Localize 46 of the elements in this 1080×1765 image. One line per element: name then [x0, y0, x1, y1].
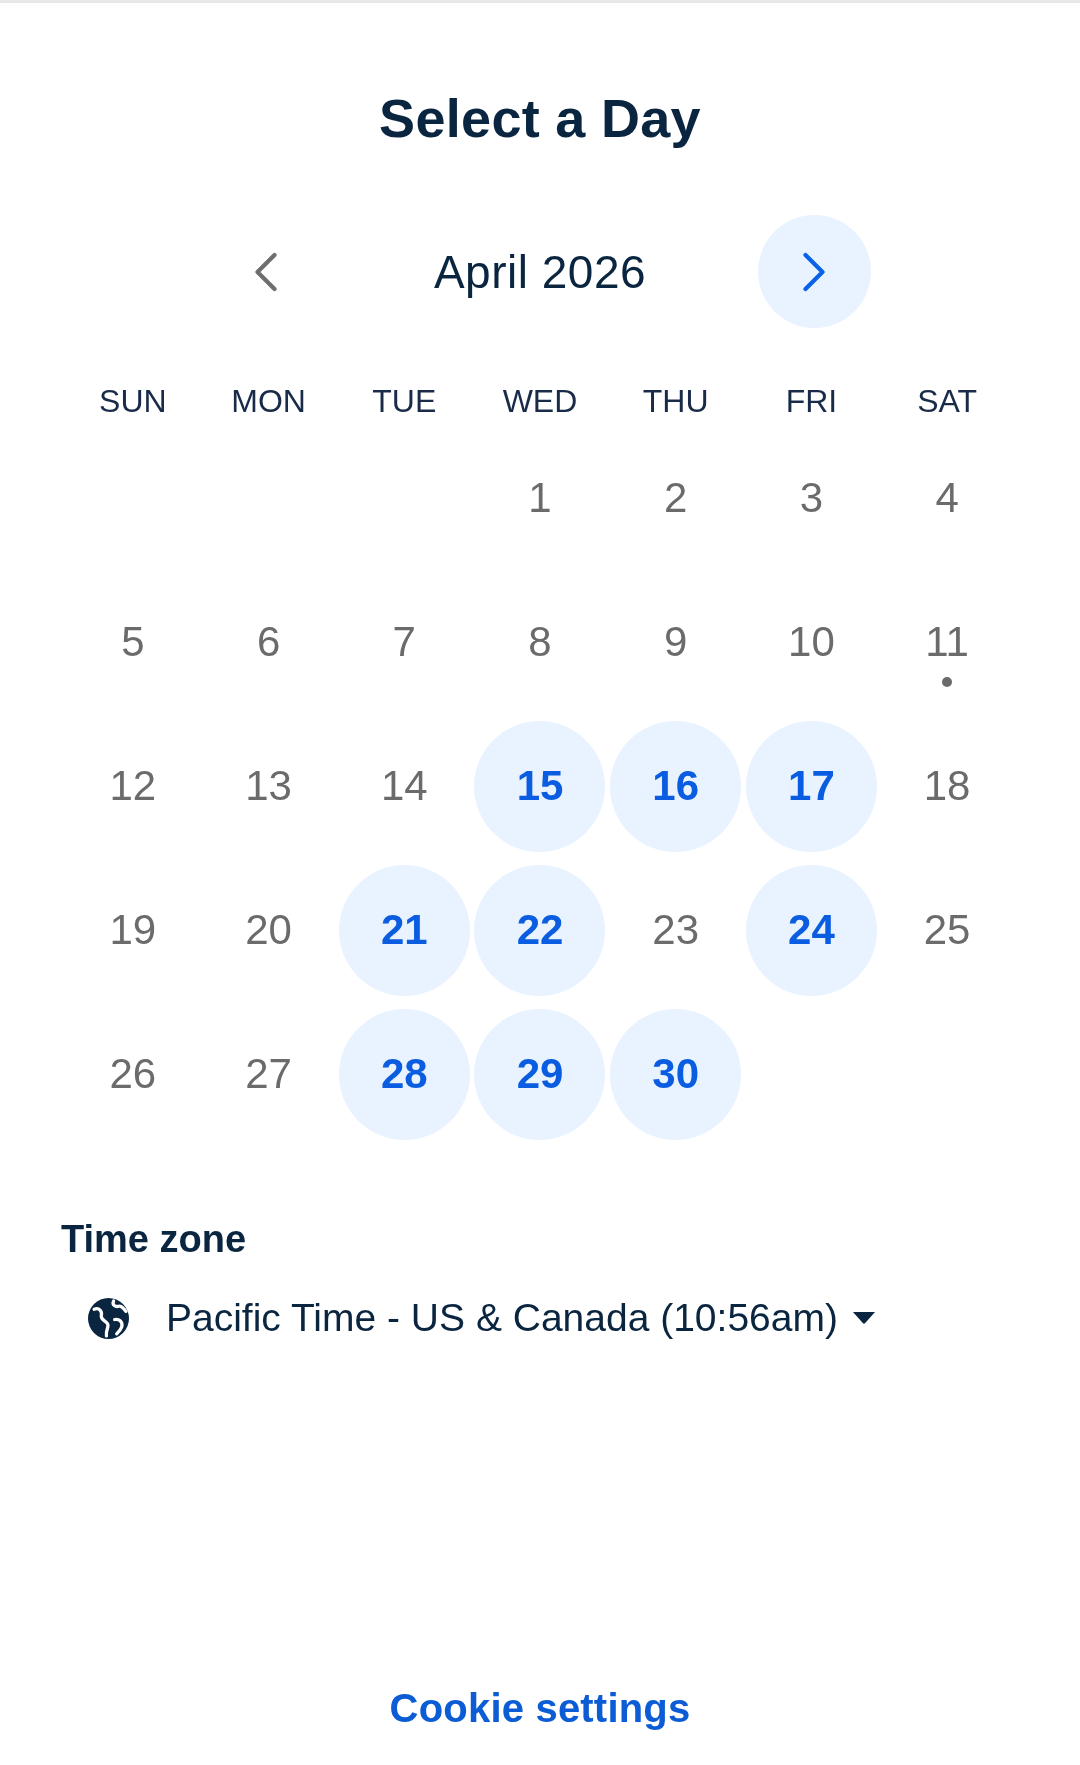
day-number: 11 — [925, 617, 969, 667]
day-button[interactable]: 28 — [338, 1008, 470, 1140]
day-number: 10 — [788, 617, 835, 667]
day-number: 26 — [109, 1049, 157, 1099]
day-number: 8 — [528, 617, 552, 667]
day-number: 25 — [923, 905, 971, 955]
day-button[interactable]: 24 — [745, 864, 877, 996]
day-number: 3 — [799, 473, 824, 523]
day-number: 18 — [923, 761, 971, 811]
day-button[interactable]: 15 — [474, 720, 606, 852]
page-title: Select a Day — [379, 87, 701, 150]
day-button[interactable]: 29 — [474, 1008, 606, 1140]
day-number: 7 — [392, 617, 416, 667]
weekday-label: FRI — [785, 382, 838, 420]
time-zone-dropdown[interactable]: Pacific Time - US & Canada (10:56am) — [88, 1293, 876, 1343]
weekday-label: THU — [642, 382, 709, 420]
day-button[interactable]: 22 — [474, 864, 606, 996]
day-number: 9 — [664, 617, 688, 667]
day-button[interactable]: 17 — [745, 720, 877, 852]
day-button[interactable]: 21 — [338, 864, 470, 996]
time-zone-heading: Time zone — [61, 1217, 247, 1262]
day-button[interactable]: 30 — [610, 1008, 742, 1140]
day-number: 2 — [664, 473, 688, 523]
month-label: April 2026 — [432, 244, 648, 300]
day-number: 14 — [380, 761, 428, 811]
day-number: 19 — [109, 905, 157, 955]
weekday-label: MON — [231, 382, 306, 420]
day-number: 23 — [652, 905, 700, 955]
chevron-right-icon — [802, 251, 826, 292]
day-number: 13 — [245, 761, 292, 811]
day-number: 6 — [256, 617, 281, 667]
day-number: 20 — [245, 905, 292, 955]
weekday-label: SUN — [99, 382, 167, 420]
day-button[interactable]: 16 — [610, 720, 742, 852]
cookie-settings-link[interactable]: Cookie settings — [389, 1684, 691, 1732]
day-number: 12 — [109, 761, 157, 811]
weekday-label: WED — [502, 382, 578, 420]
weekday-label: TUE — [372, 382, 437, 420]
globe-icon — [88, 1297, 129, 1339]
day-number: 1 — [528, 473, 552, 523]
day-number: 4 — [935, 473, 959, 523]
weekday-label: SAT — [917, 382, 978, 420]
chevron-left-icon — [254, 251, 278, 292]
day-number: 27 — [245, 1049, 292, 1099]
caret-down-icon — [851, 1312, 876, 1324]
day-number: 5 — [121, 617, 145, 667]
